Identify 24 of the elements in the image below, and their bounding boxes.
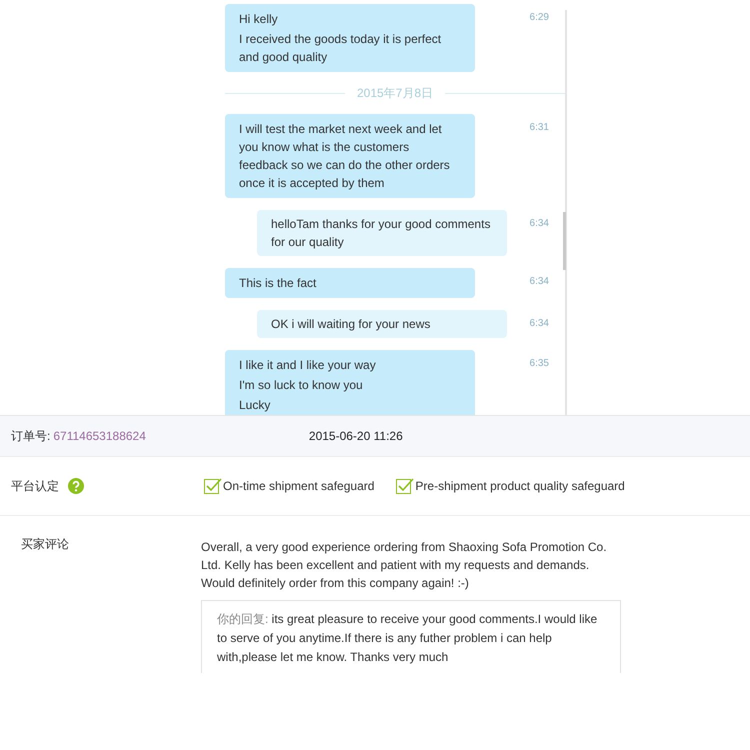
message-bubble: OK i will waiting for your news xyxy=(257,310,507,338)
message-time: 6:34 xyxy=(530,218,549,229)
guarantee-label: On-time shipment safeguard xyxy=(223,479,374,493)
order-number[interactable]: 67114653188624 xyxy=(53,429,146,443)
message-bubble: Hi kelly I received the goods today it is perfect and good quality xyxy=(225,4,475,72)
message-time: 6:29 xyxy=(530,12,549,23)
guarantee-label: Pre-shipment product quality safeguard xyxy=(415,479,625,493)
date-divider: 2015年7月8日 xyxy=(356,84,434,102)
message-bubble: I like it and I like your way I'm so luck to know you Lucky xyxy=(225,350,475,415)
message-time: 6:31 xyxy=(530,122,549,133)
certification-label: 平台认定 xyxy=(11,478,59,494)
reply-text: 你的回复: its great pleasure to receive your good comments.I would like to serve of you anytime.If there is any futher problem i can help with,please let me know. Thanks very much xyxy=(217,611,598,666)
message-time: 6:34 xyxy=(530,276,549,287)
scrollbar-thumb[interactable] xyxy=(563,212,566,270)
message-time: 6:34 xyxy=(530,318,549,329)
message-bubble: This is the fact xyxy=(225,268,475,298)
help-icon[interactable] xyxy=(68,478,84,494)
message-time: 6:35 xyxy=(530,358,549,369)
message-bubble: I will test the market next week and let you know what is the customers feedback so we can do the other orders once it is accepted by them xyxy=(225,114,475,198)
message-bubble: helloTam thanks for your good comments for our quality xyxy=(257,210,507,256)
review-label: 买家评论 xyxy=(21,536,70,553)
order-date: 2015-06-20 11:26 xyxy=(308,429,403,443)
order-label: 订单号: xyxy=(11,428,50,444)
review-text: Overall, a very good experience ordering from Shaoxing Sofa Promotion Co. Ltd. Kelly has been excellent and patient with my requests and demands. Would definitely order from this company again! :-) xyxy=(201,539,608,592)
